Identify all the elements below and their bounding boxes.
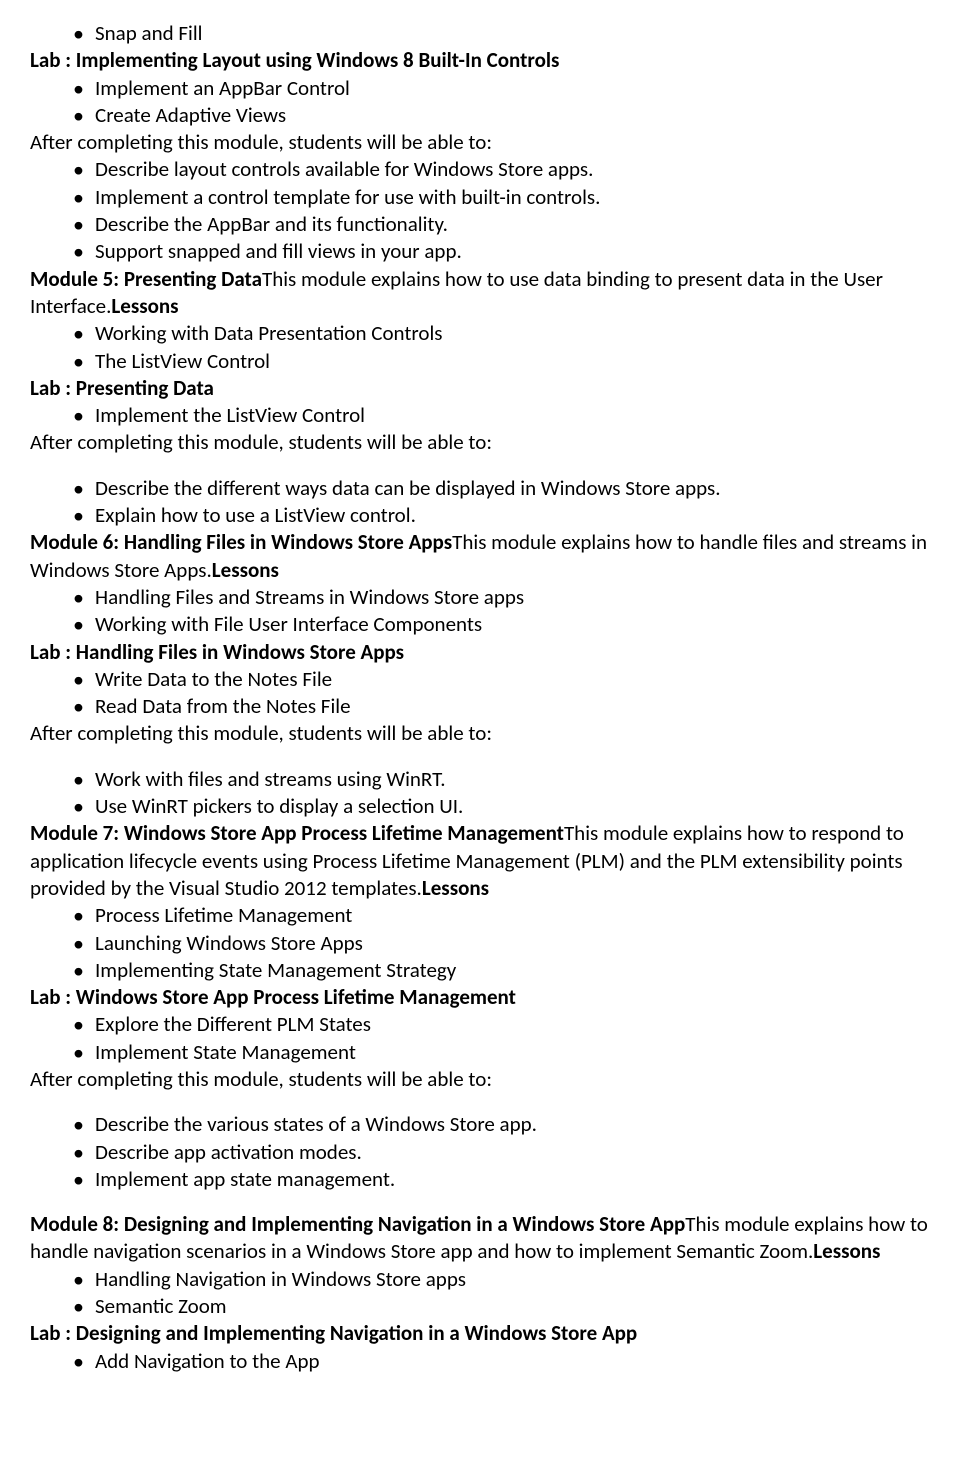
list-item: Handling Navigation in Windows Store app… xyxy=(95,1266,930,1293)
module-heading: Module 8: Designing and Implementing Nav… xyxy=(30,1211,930,1266)
list-item: Working with File User Interface Compone… xyxy=(95,611,930,638)
after-text: After completing this module, students w… xyxy=(30,1066,930,1093)
list-item: Create Adaptive Views xyxy=(95,102,930,129)
module-title-bold: Module 5: Presenting Data xyxy=(30,266,262,292)
list-item: Describe the different ways data can be … xyxy=(95,475,930,502)
module-title-bold: Module 6: Handling Files in Windows Stor… xyxy=(30,529,452,555)
list-item: Implement a control template for use wit… xyxy=(95,184,930,211)
list-item: Working with Data Presentation Controls xyxy=(95,320,930,347)
list-item: Implement app state management. xyxy=(95,1166,930,1193)
lab-heading: Lab : Windows Store App Process Lifetime… xyxy=(30,984,930,1011)
list-item: Launching Windows Store Apps xyxy=(95,930,930,957)
list-item: Implement the ListView Control xyxy=(95,402,930,429)
list-item: Snap and Fill xyxy=(95,20,930,47)
after-text: After completing this module, students w… xyxy=(30,720,930,747)
after-text: After completing this module, students w… xyxy=(30,429,930,456)
lessons-label: Lessons xyxy=(422,875,489,901)
module-heading: Module 7: Windows Store App Process Life… xyxy=(30,820,930,902)
list-item: Describe app activation modes. xyxy=(95,1139,930,1166)
lab-heading: Lab : Handling Files in Windows Store Ap… xyxy=(30,639,930,666)
lessons-label: Lessons xyxy=(111,293,178,319)
lab-heading: Lab : Implementing Layout using Windows … xyxy=(30,47,930,74)
lessons-label: Lessons xyxy=(813,1238,880,1264)
lab-heading: Lab : Presenting Data xyxy=(30,375,930,402)
list-item: Implementing State Management Strategy xyxy=(95,957,930,984)
module-title-bold: Module 8: Designing and Implementing Nav… xyxy=(30,1211,685,1237)
list-item: The ListView Control xyxy=(95,348,930,375)
module-title-bold: Module 7: Windows Store App Process Life… xyxy=(30,820,564,846)
after-text: After completing this module, students w… xyxy=(30,129,930,156)
list-item: Describe the AppBar and its functionalit… xyxy=(95,211,930,238)
list-item: Read Data from the Notes File xyxy=(95,693,930,720)
list-item: Implement State Management xyxy=(95,1039,930,1066)
lessons-label: Lessons xyxy=(212,557,279,583)
list-item: Work with files and streams using WinRT. xyxy=(95,766,930,793)
list-item: Semantic Zoom xyxy=(95,1293,930,1320)
lab-heading: Lab : Designing and Implementing Navigat… xyxy=(30,1320,930,1347)
list-item: Support snapped and fill views in your a… xyxy=(95,238,930,265)
list-item: Implement an AppBar Control xyxy=(95,75,930,102)
list-item: Process Lifetime Management xyxy=(95,902,930,929)
module-heading: Module 6: Handling Files in Windows Stor… xyxy=(30,529,930,584)
list-item: Add Navigation to the App xyxy=(95,1348,930,1375)
list-item: Handling Files and Streams in Windows St… xyxy=(95,584,930,611)
list-item: Describe the various states of a Windows… xyxy=(95,1111,930,1138)
list-item: Explore the Different PLM States xyxy=(95,1011,930,1038)
list-item: Explain how to use a ListView control. xyxy=(95,502,930,529)
module-heading: Module 5: Presenting DataThis module exp… xyxy=(30,266,930,321)
list-item: Use WinRT pickers to display a selection… xyxy=(95,793,930,820)
list-item: Write Data to the Notes File xyxy=(95,666,930,693)
list-item: Describe layout controls available for W… xyxy=(95,156,930,183)
